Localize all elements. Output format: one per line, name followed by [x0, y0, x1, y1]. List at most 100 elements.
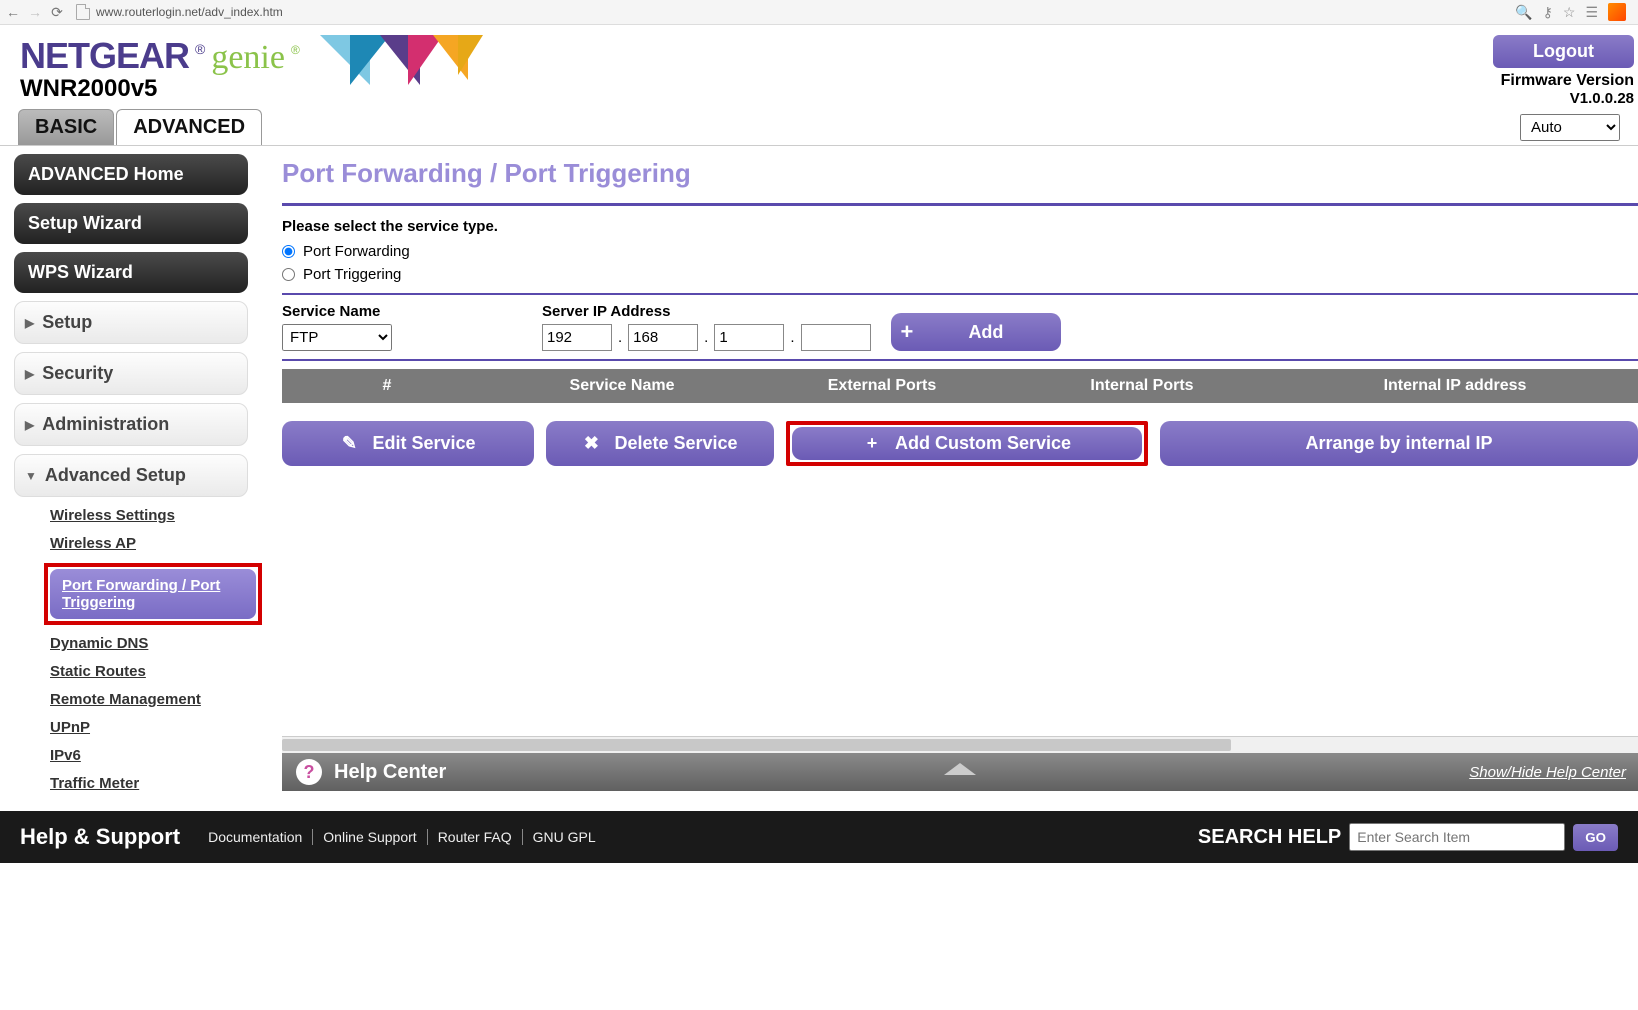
app-header: NETGEAR ® genie ® WNR2000v5 Logout Firmwar… [0, 25, 1638, 103]
sidebar-administration[interactable]: ▶Administration [14, 403, 248, 446]
sub-static-routes[interactable]: Static Routes [50, 663, 146, 680]
plus-icon: + [863, 433, 881, 454]
brand-netgear: NETGEAR [20, 35, 189, 77]
footer-documentation[interactable]: Documentation [198, 829, 313, 845]
highlight-annotation: Port Forwarding / Port Triggering [44, 563, 262, 625]
question-icon: ? [296, 759, 322, 785]
dot: . [790, 329, 794, 346]
tab-advanced[interactable]: ADVANCED [116, 109, 262, 145]
url-text: www.routerlogin.net/adv_index.htm [96, 5, 283, 19]
address-bar[interactable]: www.routerlogin.net/adv_index.htm [72, 4, 1507, 20]
sub-wireless-ap[interactable]: Wireless AP [50, 535, 136, 552]
service-name-select[interactable]: FTP [282, 324, 392, 351]
key-icon[interactable]: ⚷ [1543, 4, 1553, 21]
col-internal-ports: Internal Ports [1012, 377, 1272, 395]
main-content: Port Forwarding / Port Triggering Please… [276, 146, 1638, 791]
dot: . [704, 329, 708, 346]
sidebar-setup-wizard[interactable]: Setup Wizard [14, 203, 248, 244]
service-type-label: Please select the service type. [282, 218, 1638, 235]
sub-port-forwarding[interactable]: Port Forwarding / Port Triggering [50, 569, 256, 619]
search-help-label: SEARCH HELP [1198, 826, 1341, 849]
search-help-input[interactable] [1349, 823, 1565, 851]
footer-router-faq[interactable]: Router FAQ [428, 829, 523, 845]
sidebar-submenu: Wireless Settings Wireless AP Port Forwa… [14, 507, 272, 793]
radio-port-forwarding-label: Port Forwarding [303, 243, 410, 260]
registered-icon: ® [291, 43, 300, 57]
divider [282, 359, 1638, 361]
menu-icon[interactable]: ☰ [1585, 4, 1598, 21]
language-select-wrap: Auto [1520, 114, 1620, 141]
model-label: WNR2000v5 [20, 75, 300, 103]
dot: . [618, 329, 622, 346]
forward-icon[interactable]: → [28, 5, 42, 19]
radio-port-forwarding[interactable] [282, 245, 295, 258]
action-row: ✎ Edit Service ✖ Delete Service + Add Cu… [282, 421, 1638, 466]
ip-octet-3[interactable] [714, 324, 784, 351]
sidebar-setup[interactable]: ▶Setup [14, 301, 248, 344]
ip-octet-2[interactable] [628, 324, 698, 351]
chevron-up-icon[interactable] [944, 763, 976, 775]
sidebar-advanced-home[interactable]: ADVANCED Home [14, 154, 248, 195]
pencil-icon: ✎ [340, 433, 358, 454]
firmware-label: Firmware Version [1493, 72, 1634, 90]
extension-icon[interactable] [1608, 3, 1626, 21]
add-custom-service-button[interactable]: + Add Custom Service [792, 427, 1142, 460]
sidebar-advanced-setup[interactable]: ▼Advanced Setup [14, 454, 248, 497]
back-icon[interactable]: ← [6, 5, 20, 19]
arrange-button[interactable]: Arrange by internal IP [1160, 421, 1638, 466]
col-internal-ip: Internal IP address [1272, 377, 1638, 395]
radio-port-triggering-label: Port Triggering [303, 266, 401, 283]
horizontal-scrollbar[interactable] [282, 736, 1638, 753]
caret-right-icon: ▶ [25, 418, 34, 432]
server-ip-label: Server IP Address [542, 303, 871, 320]
sidebar-security[interactable]: ▶Security [14, 352, 248, 395]
service-name-label: Service Name [282, 303, 392, 320]
ip-octet-1[interactable] [542, 324, 612, 351]
add-button[interactable]: + Add [891, 313, 1061, 351]
footer-gnu-gpl[interactable]: GNU GPL [523, 829, 606, 845]
tab-basic[interactable]: BASIC [18, 109, 114, 145]
sub-wireless-settings[interactable]: Wireless Settings [50, 507, 175, 524]
help-center-bar[interactable]: ? Help Center Show/Hide Help Center [282, 753, 1638, 791]
brand-genie: genie [211, 39, 285, 77]
edit-service-button[interactable]: ✎ Edit Service [282, 421, 534, 466]
divider [282, 203, 1638, 206]
footer: Help & Support Documentation Online Supp… [0, 811, 1638, 863]
sub-traffic-meter[interactable]: Traffic Meter [50, 775, 139, 792]
page-icon [76, 4, 90, 20]
highlight-annotation: + Add Custom Service [786, 421, 1148, 466]
help-center-title: Help Center [334, 761, 446, 784]
sub-upnp[interactable]: UPnP [50, 719, 90, 736]
sidebar-wps-wizard[interactable]: WPS Wizard [14, 252, 248, 293]
x-icon: ✖ [582, 433, 600, 454]
tabs-row: BASIC ADVANCED Auto [0, 109, 1638, 146]
delete-service-button[interactable]: ✖ Delete Service [546, 421, 774, 466]
divider [282, 293, 1638, 295]
footer-links: Documentation Online Support Router FAQ … [198, 829, 606, 845]
reload-icon[interactable]: ⟳ [50, 5, 64, 19]
zoom-icon[interactable]: 🔍 [1515, 4, 1532, 21]
firmware-version: V1.0.0.28 [1493, 90, 1634, 107]
ip-octet-4[interactable] [801, 324, 871, 351]
footer-title: Help & Support [20, 824, 180, 850]
sub-ipv6[interactable]: IPv6 [50, 747, 81, 764]
page-title: Port Forwarding / Port Triggering [282, 158, 1638, 189]
plus-icon: + [901, 319, 914, 345]
scrollbar-thumb[interactable] [282, 739, 1231, 751]
sub-dynamic-dns[interactable]: Dynamic DNS [50, 635, 148, 652]
sidebar: ADVANCED Home Setup Wizard WPS Wizard ▶S… [0, 146, 276, 811]
radio-port-triggering[interactable] [282, 268, 295, 281]
footer-online-support[interactable]: Online Support [313, 829, 427, 845]
registered-icon: ® [195, 41, 205, 57]
col-service-name: Service Name [492, 377, 752, 395]
logout-button[interactable]: Logout [1493, 35, 1634, 68]
star-icon[interactable]: ☆ [1563, 4, 1576, 21]
col-external-ports: External Ports [752, 377, 1012, 395]
caret-right-icon: ▶ [25, 316, 34, 330]
go-button[interactable]: GO [1573, 824, 1618, 851]
caret-right-icon: ▶ [25, 367, 34, 381]
show-hide-help-link[interactable]: Show/Hide Help Center [1469, 764, 1626, 781]
table-header: # Service Name External Ports Internal P… [282, 369, 1638, 403]
language-select[interactable]: Auto [1520, 114, 1620, 141]
sub-remote-management[interactable]: Remote Management [50, 691, 201, 708]
